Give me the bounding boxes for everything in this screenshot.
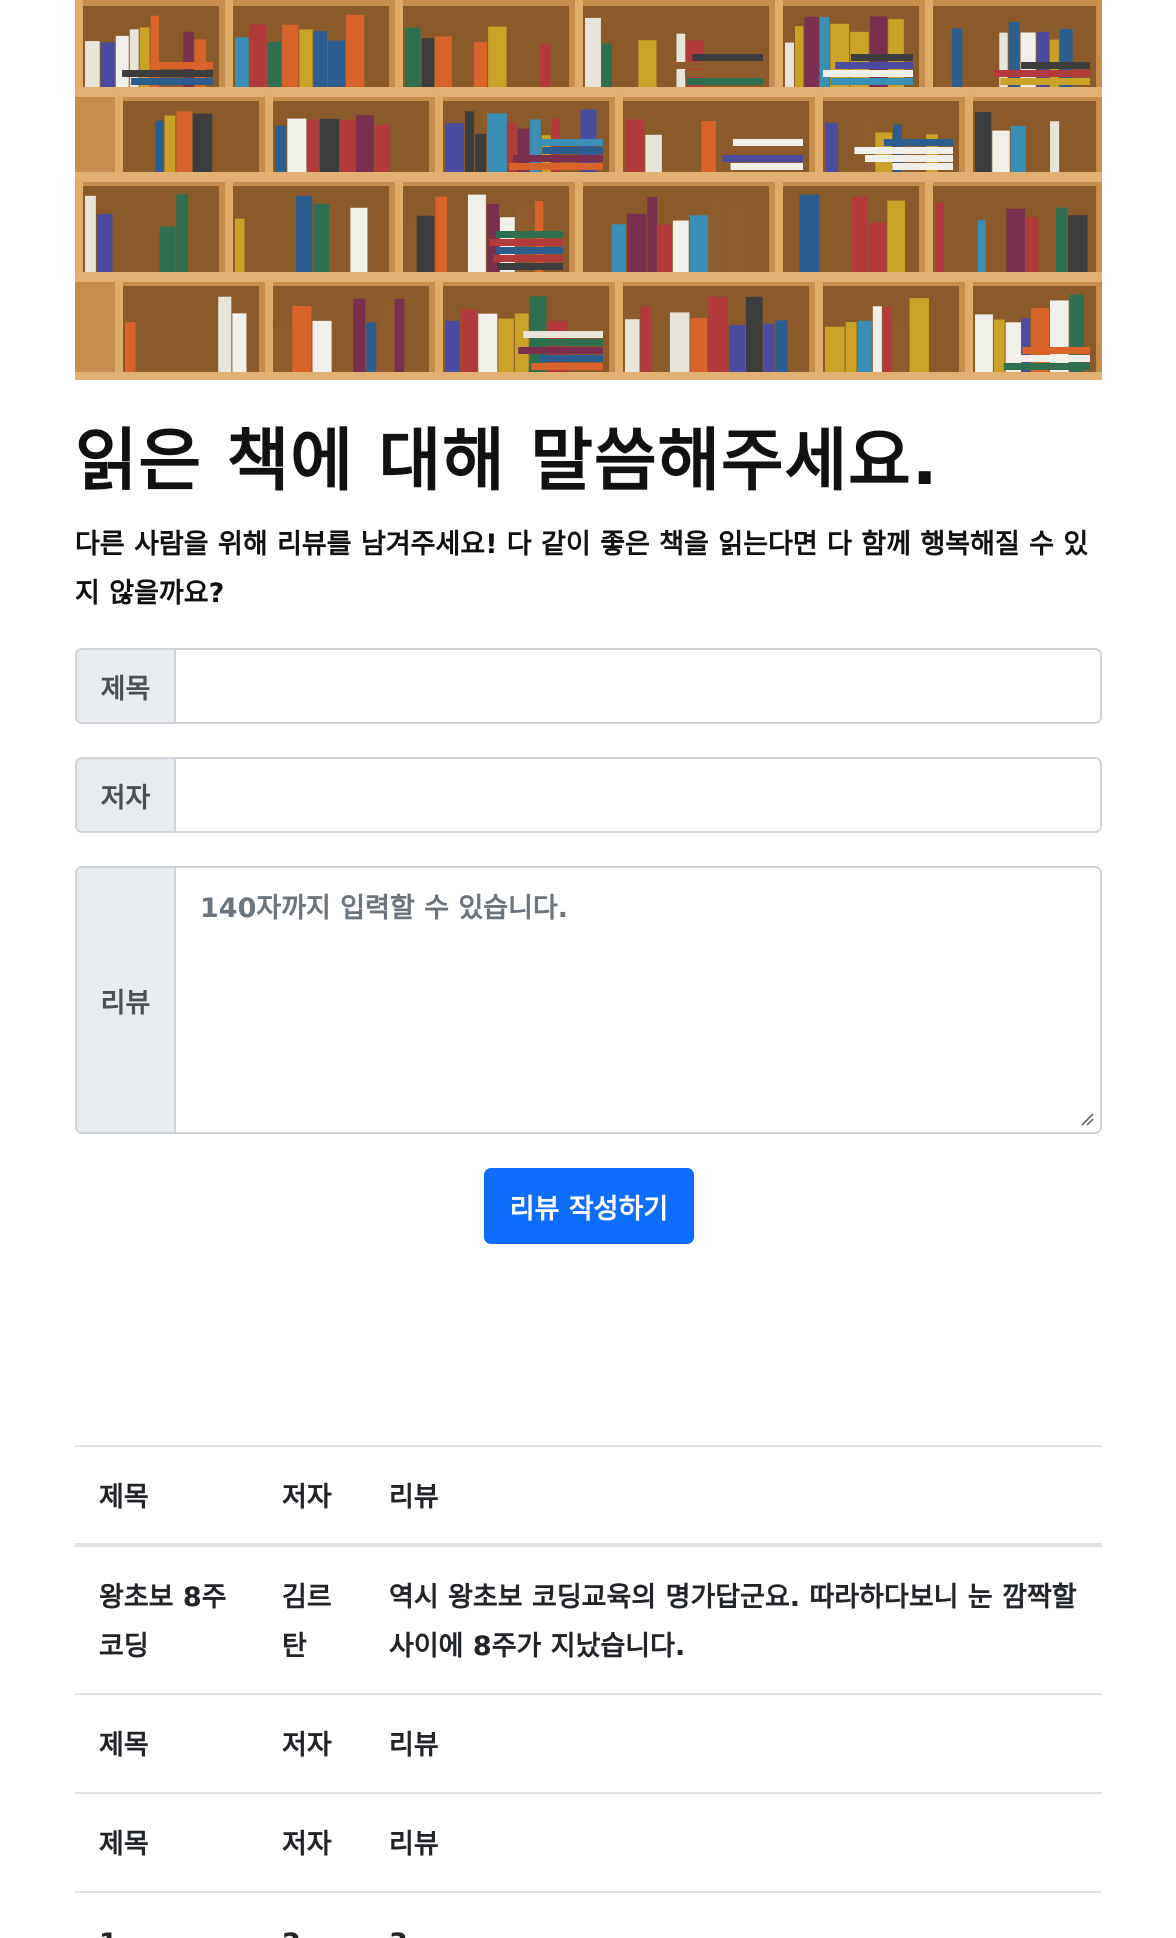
title-input[interactable]: [176, 650, 1100, 722]
author-input-group: 저자: [75, 757, 1102, 833]
cell-title: 제목: [75, 1792, 258, 1892]
cell-author: 김르탄: [258, 1544, 365, 1694]
review-input-group: 리뷰: [75, 866, 1102, 1134]
table-header-row: 제목 저자 리뷰: [75, 1445, 1102, 1547]
title-label: 제목: [77, 650, 176, 722]
submit-review-button[interactable]: 리뷰 작성하기: [484, 1168, 694, 1244]
cell-title: 1: [75, 1891, 258, 1938]
table-row: 제목 저자 리뷰: [75, 1693, 1102, 1793]
author-label: 저자: [77, 759, 176, 831]
reviews-table: 제목 저자 리뷰 왕초보 8주 코딩 김르탄 역시 왕초보 코딩교육의 명가답군…: [75, 1445, 1102, 1938]
review-textarea[interactable]: [176, 868, 1100, 1132]
column-header-review: 리뷰: [365, 1445, 1102, 1547]
cell-review: 3: [365, 1891, 1102, 1938]
table-row: 제목 저자 리뷰: [75, 1792, 1102, 1892]
cell-title: 왕초보 8주 코딩: [75, 1544, 258, 1694]
cell-author: 저자: [258, 1792, 365, 1892]
column-header-author: 저자: [258, 1445, 365, 1547]
title-input-group: 제목: [75, 648, 1102, 724]
bookshelf-banner-image: [75, 0, 1102, 380]
cell-review: 리뷰: [365, 1693, 1102, 1793]
cell-review: 리뷰: [365, 1792, 1102, 1892]
page-container: 읽은 책에 대해 말씀해주세요. 다른 사람을 위해 리뷰를 남겨주세요! 다 …: [75, 0, 1102, 1938]
author-input[interactable]: [176, 759, 1100, 831]
cell-review: 역시 왕초보 코딩교육의 명가답군요. 따라하다보니 눈 깜짝할 사이에 8주가…: [365, 1544, 1102, 1694]
review-label: 리뷰: [77, 868, 176, 1132]
cell-title: 제목: [75, 1693, 258, 1793]
resize-handle-icon[interactable]: [1080, 1112, 1094, 1126]
cell-author: 2: [258, 1891, 365, 1938]
bookshelf-illustration: [75, 0, 1102, 380]
table-row: 1 2 3: [75, 1891, 1102, 1938]
cell-author: 저자: [258, 1693, 365, 1793]
column-header-title: 제목: [75, 1445, 258, 1547]
page-title: 읽은 책에 대해 말씀해주세요.: [75, 422, 939, 501]
page-subtitle: 다른 사람을 위해 리뷰를 남겨주세요! 다 같이 좋은 책을 읽는다면 다 함…: [75, 529, 1089, 609]
table-row: 왕초보 8주 코딩 김르탄 역시 왕초보 코딩교육의 명가답군요. 따라하다보니…: [75, 1544, 1102, 1694]
